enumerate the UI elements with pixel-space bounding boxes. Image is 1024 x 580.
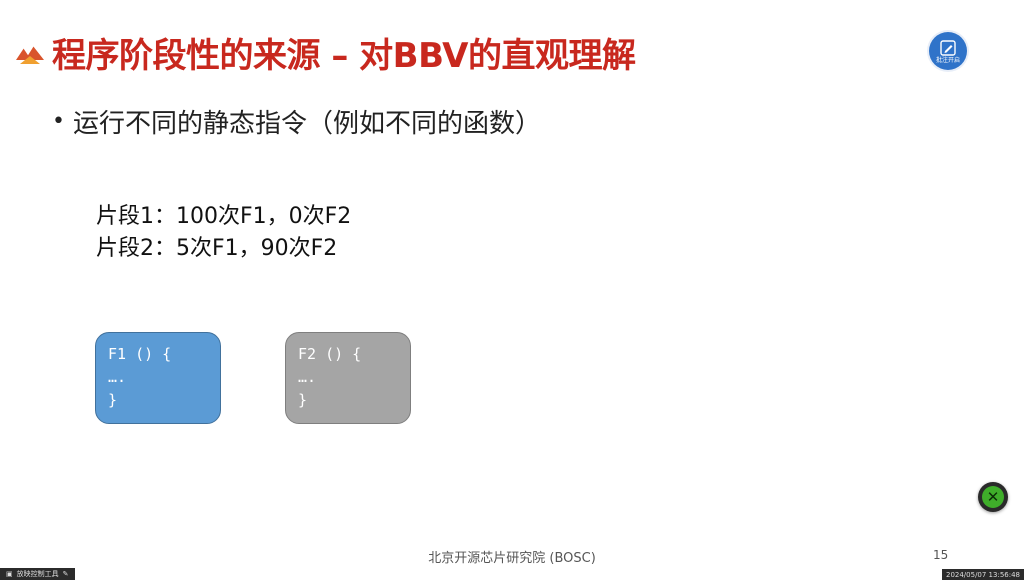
code-line: …. [108,368,127,386]
close-button[interactable]: ✕ [978,482,1008,512]
bullet-item: • 运行不同的静态指令（例如不同的函数） [52,103,541,140]
code-line: …. [298,368,317,386]
toolbar-label: 放映控制工具 [16,570,59,578]
code-line: } [298,391,308,409]
bullet-dot: • [52,109,65,134]
pen-annotation-icon [940,39,956,56]
code-box-f2: F2 () { …. } [285,332,411,424]
badge-label: 批注开启 [935,56,960,64]
bullet-text: 运行不同的静态指令（例如不同的函数） [72,109,541,139]
page-number: 15 [933,548,949,562]
close-icon: ✕ [982,486,1004,508]
code-box-f1: F1 () { …. } [95,332,221,424]
presentation-toolbar[interactable]: ▣ 放映控制工具 ✎ [0,568,75,580]
timestamp: 2024/05/07 13:56:48 [941,569,1024,580]
slide-title: 程序阶段性的来源 – 对BBV的直观理解 [52,36,636,76]
code-line: F1 () { [108,345,172,363]
slide-footer: 北京开源芯片研究院 (BOSC) [428,551,596,566]
toolbar-icon: ▣ [6,570,13,578]
pen-icon: ✎ [62,570,69,578]
mountain-logo-icon [14,42,46,68]
annotation-badge[interactable]: 批注开启 [929,32,967,70]
code-line: F2 () { [298,345,362,363]
code-line: } [108,391,118,409]
segment-line-1: 片段1：100次F1，0次F2 [96,204,352,229]
segment-line-2: 片段2：5次F1，90次F2 [96,236,338,261]
